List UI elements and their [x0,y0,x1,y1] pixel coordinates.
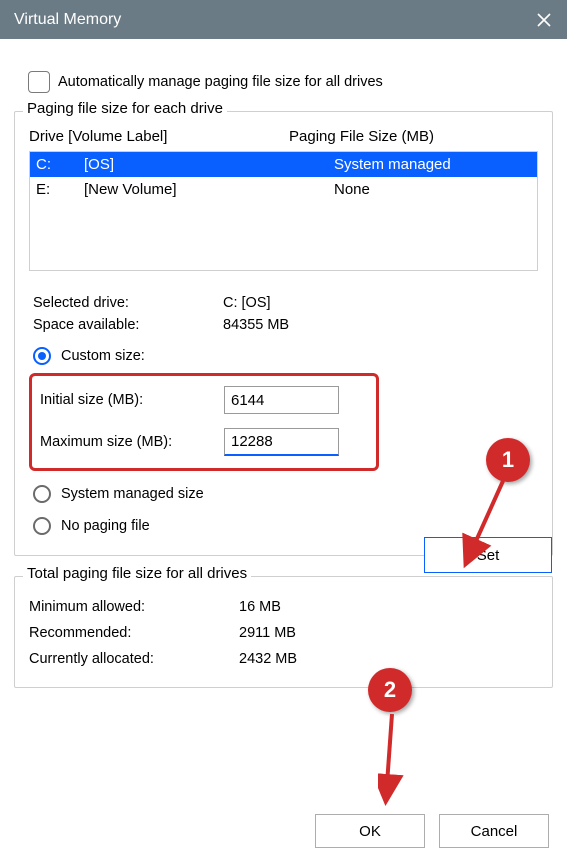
drive-volume: [New Volume] [84,181,334,198]
drive-row[interactable]: C: [OS] System managed [30,152,537,177]
drive-paging-size: None [334,181,531,198]
drives-group: Paging file size for each drive Drive [V… [14,111,553,556]
ok-button[interactable]: OK [315,814,425,848]
annotation-arrow-2-icon [378,710,408,810]
drives-group-legend: Paging file size for each drive [23,100,227,117]
auto-manage-label: Automatically manage paging file size fo… [58,74,383,90]
titlebar: Virtual Memory [0,0,567,39]
drive-letter: E: [36,181,84,198]
window-title: Virtual Memory [14,11,121,29]
drive-paging-size: System managed [334,156,531,173]
annotation-callout-1: 1 [486,438,530,482]
currently-allocated-value: 2432 MB [239,651,297,667]
initial-size-input[interactable] [224,386,339,414]
drive-listbox[interactable]: C: [OS] System managed E: [New Volume] N… [29,151,538,271]
radio-icon [33,485,51,503]
totals-group: Total paging file size for all drives Mi… [14,576,553,688]
recommended-value: 2911 MB [239,625,296,641]
auto-manage-checkbox[interactable] [28,71,50,93]
minimum-allowed-label: Minimum allowed: [29,599,239,615]
drive-table-header: Drive [Volume Label] Paging File Size (M… [29,124,538,151]
currently-allocated-label: Currently allocated: [29,651,239,667]
space-available-value: 84355 MB [223,317,289,333]
initial-size-label: Initial size (MB): [40,392,210,408]
col-size-label: Paging File Size (MB) [289,128,434,145]
no-paging-label: No paging file [61,518,150,534]
recommended-label: Recommended: [29,625,239,641]
custom-size-label: Custom size: [61,348,145,364]
set-button[interactable]: Set [424,537,552,573]
close-icon[interactable] [535,11,553,29]
selected-drive-label: Selected drive: [33,295,223,311]
drive-letter: C: [36,156,84,173]
no-paging-radio-row[interactable]: No paging file [33,517,538,535]
space-available-label: Space available: [33,317,223,333]
totals-group-legend: Total paging file size for all drives [23,565,251,582]
annotation-callout-2: 2 [368,668,412,712]
system-managed-label: System managed size [61,486,204,502]
maximum-size-input[interactable] [224,428,339,456]
col-drive-label: Drive [Volume Label] [29,128,289,145]
system-managed-radio-row[interactable]: System managed size [33,485,538,503]
custom-size-fields: Initial size (MB): Maximum size (MB): [29,373,379,471]
selected-drive-value: C: [OS] [223,295,271,311]
drive-volume: [OS] [84,156,334,173]
radio-icon [33,517,51,535]
minimum-allowed-value: 16 MB [239,599,281,615]
radio-icon [33,347,51,365]
maximum-size-label: Maximum size (MB): [40,434,210,450]
cancel-button[interactable]: Cancel [439,814,549,848]
drive-row[interactable]: E: [New Volume] None [30,177,537,202]
custom-size-radio-row[interactable]: Custom size: [33,347,538,365]
